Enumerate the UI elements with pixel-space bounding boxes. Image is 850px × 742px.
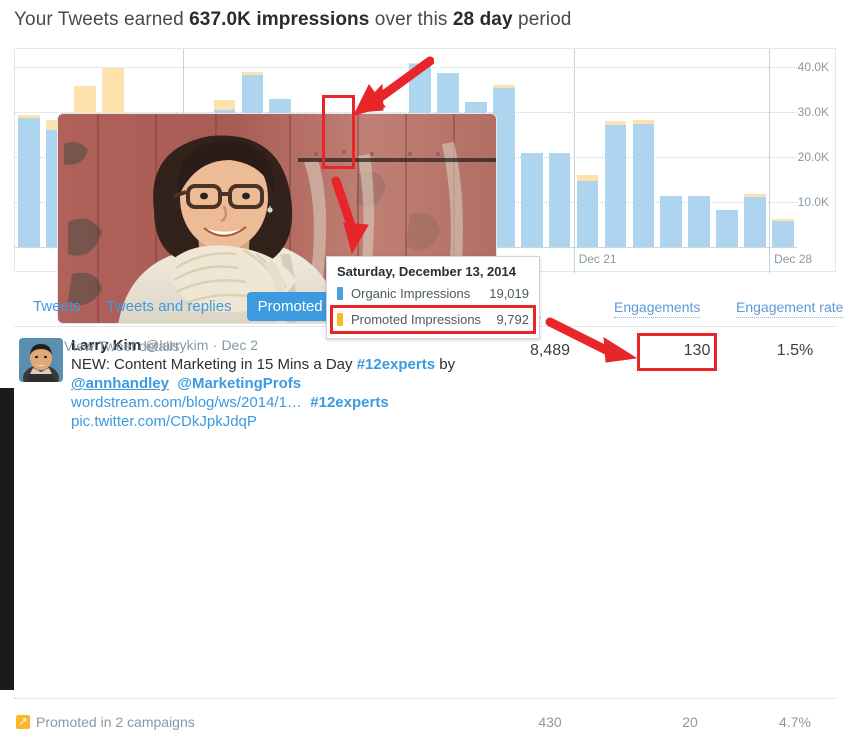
promoted-engagements-value: 20	[682, 714, 698, 730]
tweet-text-part-1: NEW: Content Marketing in 15 Mins a Day	[71, 356, 357, 373]
bar-segment-promoted	[576, 175, 599, 182]
tooltip-organic-label: Organic Impressions	[351, 285, 471, 301]
callout-arrow-to-promoted-bar	[353, 56, 434, 116]
tooltip-promoted-value: 9,792	[496, 311, 529, 327]
tweet-filter-tabs: Tweets Tweets and replies Promoted	[22, 292, 334, 321]
tweet-text-part-2: by	[435, 356, 456, 373]
tooltip-row-promoted: Promoted Impressions 9,792	[337, 309, 529, 329]
bar-segment-organic	[688, 195, 711, 247]
y-axis-tick-label: 20.0K	[797, 150, 829, 164]
x-axis-tick-label: Dec 28	[774, 252, 813, 266]
title-impressions: 637.0K impressions	[189, 9, 370, 30]
tab-promoted[interactable]: Promoted	[246, 292, 334, 321]
y-axis-tick-label: 10.0K	[797, 195, 829, 209]
bar-segment-organic	[744, 196, 766, 247]
title-suffix: period	[512, 9, 572, 30]
promoted-color-swatch-icon	[337, 312, 343, 326]
page-title: Your Tweets earned 637.0K impressions ov…	[14, 9, 571, 31]
chart-bar[interactable]	[688, 195, 711, 247]
bar-segment-organic	[632, 124, 655, 247]
twitter-analytics-page: Your Tweets earned 637.0K impressions ov…	[0, 0, 850, 742]
tweet-pic-link-line: pic.twitter.com/CDkJpkJdqP	[71, 412, 491, 431]
tab-tweets[interactable]: Tweets	[22, 292, 92, 321]
promoted-campaigns-label: Promoted in 2 campaigns	[36, 714, 195, 730]
bar-segment-organic	[576, 181, 599, 247]
tooltip-row-organic: Organic Impressions 19,019	[337, 283, 529, 303]
tweet-mentions-line: @annhandley @MarketingProfs	[71, 374, 491, 393]
bar-segment-organic	[660, 196, 683, 247]
x-axis-tick-label: Dec 21	[578, 252, 617, 266]
tweet-pic-link[interactable]: pic.twitter.com/CDkJpkJdqP	[71, 413, 257, 430]
promoted-footer-row: ↗ Promoted in 2 campaigns 430 20 4.7%	[14, 712, 836, 736]
chart-bar[interactable]	[716, 209, 739, 247]
bar-segment-organic	[548, 152, 571, 247]
chart-bar[interactable]	[520, 152, 543, 247]
y-axis-tick-label: 40.0K	[797, 60, 829, 74]
bar-segment-organic	[716, 209, 739, 247]
selected-row-marker	[0, 388, 14, 690]
chart-bar[interactable]	[604, 120, 627, 247]
chart-tooltip: Saturday, December 13, 2014 Organic Impr…	[326, 256, 540, 339]
tweet-external-link[interactable]: wordstream.com/blog/ws/2014/1…	[71, 394, 302, 411]
chart-bar[interactable]	[772, 219, 794, 247]
bar-segment-organic	[18, 118, 40, 247]
title-period: 28 day	[452, 9, 513, 30]
bar-segment-promoted	[241, 71, 264, 75]
chart-vertical-separator	[573, 49, 575, 247]
chart-bar[interactable]	[660, 196, 683, 247]
engagements-callout-box	[637, 333, 717, 371]
tooltip-organic-value: 19,019	[489, 285, 529, 301]
tweet-text-line-1: NEW: Content Marketing in 15 Mins a Day …	[71, 355, 491, 374]
tooltip-date: Saturday, December 13, 2014	[337, 264, 516, 279]
bar-segment-promoted	[101, 67, 124, 116]
tweet-mention-marketingprofs[interactable]: @MarketingProfs	[177, 375, 301, 392]
bar-segment-organic	[772, 220, 794, 247]
title-prefix: Your Tweets earned	[14, 9, 190, 30]
bar-segment-promoted	[772, 219, 794, 221]
tweet-link-line: wordstream.com/blog/ws/2014/1… #12expert…	[71, 393, 491, 412]
tab-tweets-and-replies[interactable]: Tweets and replies	[96, 292, 243, 321]
bar-segment-organic	[604, 124, 627, 247]
bar-segment-promoted	[492, 85, 515, 89]
column-header-engagement-rate[interactable]: Engagement rate	[736, 299, 844, 318]
tooltip-promoted-callout-box: Promoted Impressions 9,792	[330, 305, 536, 334]
view-tweet-details-link[interactable]: View Tweet details	[64, 338, 179, 354]
tweet-date[interactable]: Dec 2	[221, 337, 258, 353]
title-middle: over this	[369, 9, 453, 30]
y-axis-tick-label: 30.0K	[797, 105, 829, 119]
chart-vertical-separator	[769, 49, 771, 247]
callout-arrow-to-organic-bar	[331, 176, 369, 255]
tweet-hashtag-12experts-2[interactable]: #12experts	[310, 394, 388, 411]
chart-bar[interactable]	[548, 152, 571, 247]
bar-segment-promoted	[744, 194, 766, 197]
tooltip-promoted-label: Promoted Impressions	[351, 311, 482, 327]
promoted-arrow-icon: ↗	[16, 715, 30, 729]
organic-color-swatch-icon	[337, 286, 343, 300]
tweet-hashtag-12experts[interactable]: #12experts	[357, 356, 435, 373]
promoted-impressions-value: 430	[538, 714, 562, 730]
tweet-mention-annhandley[interactable]: @annhandley	[71, 375, 169, 392]
callout-arrow-to-engagements	[545, 317, 638, 363]
tweet-engagement-rate-value: 1.5%	[776, 342, 814, 359]
metric-column-headers: sionsEngagementsEngagement rate	[490, 299, 844, 321]
chart-bar[interactable]	[18, 115, 40, 247]
promoted-engagement-rate-value: 4.7%	[779, 714, 811, 730]
tweet-separator: ·	[212, 337, 218, 353]
promoted-footer-divider	[14, 698, 836, 699]
bar-segment-promoted	[18, 115, 40, 119]
bar-segment-promoted	[632, 120, 655, 125]
bar-segment-promoted	[213, 100, 236, 110]
bar-segment-promoted	[604, 120, 627, 125]
highlighted-bar-callout-box	[322, 95, 355, 169]
chart-bar[interactable]	[744, 194, 766, 247]
avatar[interactable]	[19, 338, 63, 382]
bar-segment-organic	[520, 152, 543, 247]
chart-bar[interactable]	[632, 120, 655, 247]
chart-bar[interactable]	[576, 175, 599, 247]
